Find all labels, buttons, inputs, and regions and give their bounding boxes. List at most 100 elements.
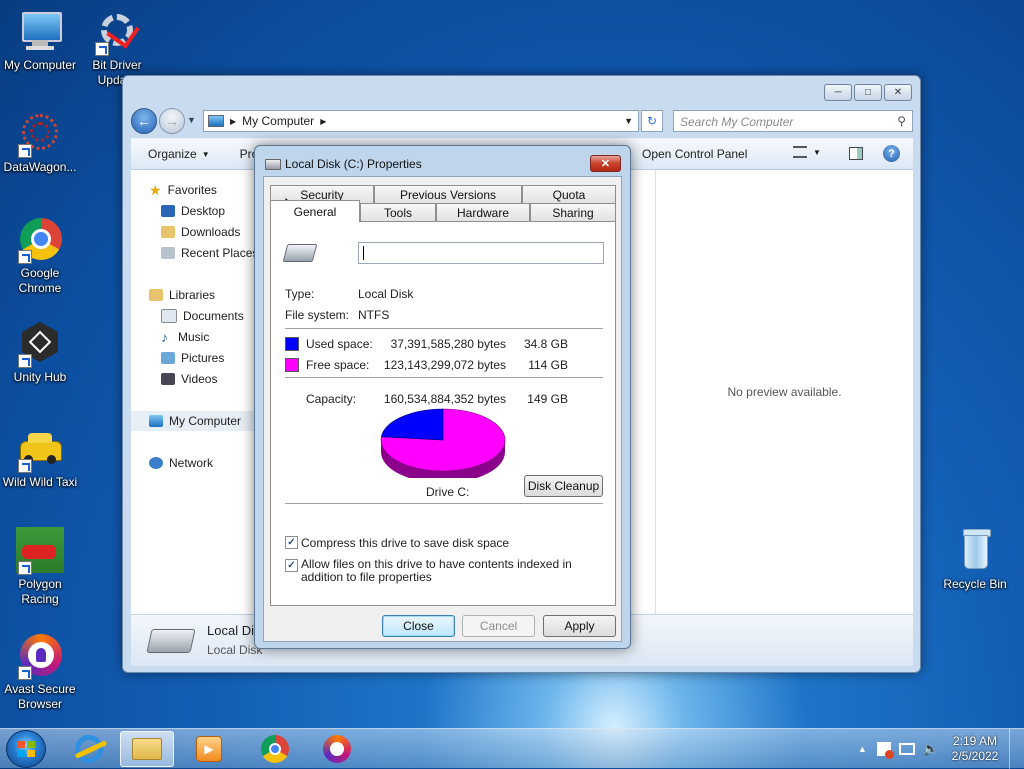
taskbar-media-player[interactable]: ▶ bbox=[182, 731, 236, 767]
tab-quota[interactable]: Quota bbox=[522, 185, 616, 203]
nav-music[interactable]: ♪ Music bbox=[161, 327, 209, 347]
recent-pages-dropdown[interactable]: ▼ bbox=[187, 115, 196, 125]
nav-label: Network bbox=[169, 456, 214, 470]
refresh-button[interactable]: ↻ bbox=[641, 110, 663, 132]
racing-icon bbox=[16, 527, 64, 575]
close-button[interactable]: Close bbox=[382, 615, 455, 637]
desktop-icon-recycle-bin[interactable]: Recycle Bin bbox=[935, 527, 1015, 592]
desktop-icon-google-chrome[interactable]: Google Chrome bbox=[0, 216, 80, 296]
libraries-icon bbox=[149, 289, 163, 301]
network-tray-icon[interactable] bbox=[898, 743, 915, 755]
volume-icon[interactable]: 🔈 bbox=[923, 741, 939, 757]
text-cursor bbox=[363, 246, 364, 260]
tab-hardware[interactable]: Hardware bbox=[436, 203, 530, 221]
unity-hub-icon bbox=[16, 320, 64, 368]
cancel-button-label: Cancel bbox=[479, 619, 518, 633]
nav-documents[interactable]: Documents bbox=[161, 306, 244, 326]
desktop-icon-my-computer[interactable]: My Computer bbox=[0, 8, 80, 73]
tab-sharing[interactable]: Sharing bbox=[530, 203, 616, 221]
taskbar-avast-browser[interactable] bbox=[310, 731, 364, 767]
action-center-icon[interactable] bbox=[876, 742, 894, 759]
compress-checkbox[interactable]: ✓ bbox=[285, 536, 298, 549]
nav-desktop[interactable]: Desktop bbox=[161, 201, 225, 221]
videos-icon bbox=[161, 373, 175, 385]
preview-pane: No preview available. bbox=[655, 170, 913, 614]
disk-cleanup-label: Disk Cleanup bbox=[527, 479, 600, 493]
tab-tools[interactable]: Tools bbox=[360, 203, 436, 221]
free-space-label: Free space: bbox=[306, 358, 370, 372]
compress-label[interactable]: Compress this drive to save disk space bbox=[301, 536, 509, 550]
free-space-gb: 114 GB bbox=[528, 358, 568, 372]
used-space-bytes: 37,391,585,280 bytes bbox=[390, 337, 506, 351]
disk-usage-pie bbox=[380, 408, 506, 478]
desktop-icon-wild-wild-taxi[interactable]: Wild Wild Taxi bbox=[0, 425, 80, 490]
tab-label: Quota bbox=[552, 187, 586, 202]
nav-libraries[interactable]: Libraries bbox=[149, 285, 215, 305]
desktop-icon-polygon-racing[interactable]: Polygon Racing bbox=[0, 527, 80, 607]
cancel-button[interactable]: Cancel bbox=[462, 615, 535, 637]
taskbar-google-chrome[interactable] bbox=[248, 731, 302, 767]
datawagon-icon bbox=[16, 110, 64, 158]
back-button[interactable]: ← bbox=[131, 108, 157, 134]
navigation-pane: ★ Favorites Desktop Downloads Recent Plac… bbox=[131, 170, 258, 614]
help-button[interactable]: ? bbox=[883, 145, 900, 162]
tab-label: Sharing bbox=[552, 205, 594, 220]
refresh-icon: ↻ bbox=[646, 114, 658, 128]
maximize-icon: □ bbox=[864, 87, 872, 98]
folder-icon bbox=[132, 738, 162, 760]
breadcrumb-separator-icon: ▶ bbox=[320, 116, 327, 126]
nav-favorites[interactable]: ★ Favorites bbox=[149, 180, 217, 200]
close-button-label: Close bbox=[403, 619, 434, 633]
tab-label: General bbox=[293, 204, 337, 219]
maximize-button[interactable]: □ bbox=[854, 84, 882, 101]
nav-videos[interactable]: Videos bbox=[161, 369, 217, 389]
desktop-icon-label: Unity Hub bbox=[13, 370, 67, 384]
view-options-button[interactable]: ▼ bbox=[793, 146, 821, 158]
taskbar-windows-explorer[interactable] bbox=[120, 731, 174, 767]
search-input[interactable]: Search My Computer ⚲ bbox=[673, 110, 913, 132]
open-control-panel-button[interactable]: Open Control Panel bbox=[642, 147, 747, 161]
tab-general[interactable]: General bbox=[270, 200, 360, 222]
avast-browser-icon bbox=[16, 632, 64, 680]
nav-label: Downloads bbox=[181, 225, 241, 239]
show-hidden-icons-button[interactable]: ▲ bbox=[858, 744, 867, 754]
tab-previous-versions[interactable]: Previous Versions bbox=[374, 185, 522, 203]
desktop-icon-unity-hub[interactable]: Unity Hub bbox=[0, 320, 80, 385]
nav-label: Recent Places bbox=[181, 246, 259, 260]
drive-name-input[interactable] bbox=[358, 242, 604, 264]
address-field[interactable]: ▶ My Computer ▶ ▼ bbox=[203, 110, 639, 132]
apply-button[interactable]: Apply bbox=[543, 615, 616, 637]
chevron-down-icon: ▼ bbox=[187, 115, 196, 125]
properties-dialog[interactable]: Local Disk (C:) Properties ✕ Security Pr… bbox=[254, 145, 631, 649]
preview-pane-button[interactable] bbox=[849, 147, 863, 160]
index-checkbox[interactable]: ✓ bbox=[285, 559, 298, 572]
dialog-close-button[interactable]: ✕ bbox=[590, 155, 621, 172]
clock[interactable]: 2:19 AM 2/5/2022 bbox=[945, 734, 1005, 764]
separator bbox=[285, 328, 603, 330]
forward-button[interactable]: → bbox=[159, 108, 185, 134]
index-label[interactable]: Allow files on this drive to have conten… bbox=[301, 558, 601, 584]
chrome-icon bbox=[261, 735, 289, 763]
minimize-button[interactable]: ─ bbox=[824, 84, 852, 101]
breadcrumb-my-computer[interactable]: My Computer bbox=[242, 114, 314, 128]
nav-downloads[interactable]: Downloads bbox=[161, 222, 240, 242]
view-icon bbox=[793, 146, 807, 158]
desktop-icon-avast-secure-browser[interactable]: Avast Secure Browser bbox=[0, 632, 80, 712]
separator bbox=[285, 503, 603, 505]
nav-pictures[interactable]: Pictures bbox=[161, 348, 224, 368]
desktop-icon-datawagon[interactable]: DataWagon... bbox=[0, 110, 80, 175]
avast-browser-icon bbox=[323, 735, 351, 763]
show-desktop-button[interactable] bbox=[1009, 729, 1024, 769]
close-window-button[interactable]: ✕ bbox=[884, 84, 912, 101]
nav-recent-places[interactable]: Recent Places bbox=[161, 243, 258, 263]
address-dropdown-icon[interactable]: ▼ bbox=[624, 116, 633, 126]
disk-cleanup-button[interactable]: Disk Cleanup bbox=[524, 475, 603, 497]
close-icon: ✕ bbox=[893, 87, 903, 98]
start-button[interactable] bbox=[6, 730, 46, 768]
internet-explorer-icon bbox=[74, 735, 108, 763]
drive-icon bbox=[282, 244, 318, 262]
taskbar-internet-explorer[interactable] bbox=[62, 731, 116, 767]
organize-button[interactable]: Organize ▼ bbox=[148, 147, 210, 161]
nav-my-computer[interactable]: My Computer bbox=[131, 411, 255, 431]
nav-network[interactable]: Network bbox=[149, 453, 213, 473]
